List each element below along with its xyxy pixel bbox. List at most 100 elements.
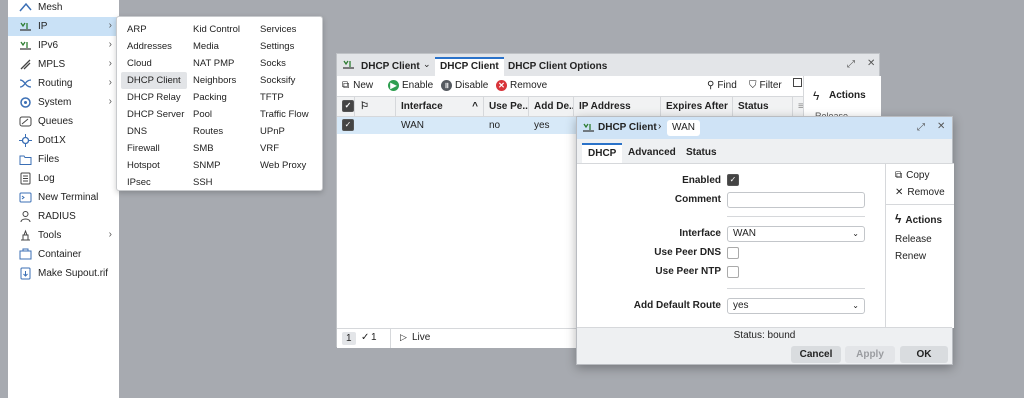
menu-item-ipsec[interactable]: IPsec	[123, 174, 155, 191]
selected-count: 1	[371, 332, 377, 343]
close-icon[interactable]: ✕	[937, 121, 945, 132]
tab-status[interactable]: Status	[680, 143, 723, 163]
sidebar-item-files[interactable]: Files	[8, 150, 119, 169]
select-all-checkbox[interactable]: ✓	[337, 97, 355, 116]
use-peer-dns-checkbox[interactable]	[727, 247, 739, 259]
column-header-use-peer[interactable]: Use Pe...	[484, 97, 529, 116]
menu-item-ssh[interactable]: SSH	[189, 174, 217, 191]
enable-button[interactable]: ▶ Enable	[388, 78, 433, 93]
tab-dhcp[interactable]: DHCP	[582, 143, 623, 163]
menu-item-socksify[interactable]: Socksify	[256, 72, 299, 89]
menu-item-addresses[interactable]: Addresses	[123, 38, 176, 55]
column-header-interface[interactable]: Interface ^	[396, 97, 484, 116]
comment-field[interactable]	[727, 192, 865, 208]
sidebar: Mesh IP › IPv6 › MPLS › Routing › System…	[8, 0, 119, 398]
check-icon: ✓	[361, 332, 370, 343]
menu-item-kid-control[interactable]: Kid Control	[189, 21, 244, 38]
window-titlebar[interactable]: DHCP Client ⌄ DHCP Client DHCP Client Op…	[337, 54, 879, 76]
new-button[interactable]: ⧉ New	[342, 78, 373, 93]
sidebar-item-mesh[interactable]: Mesh	[8, 0, 119, 17]
column-menu-icon[interactable]: ≡	[793, 97, 803, 116]
enabled-checkbox[interactable]: ✓	[727, 174, 739, 186]
chevron-down-icon[interactable]: ⌄	[423, 59, 431, 70]
menu-item-dhcp-server[interactable]: DHCP Server	[123, 106, 188, 123]
disable-button[interactable]: ॥ Disable	[441, 78, 488, 93]
menu-item-traffic-flow[interactable]: Traffic Flow	[256, 106, 313, 123]
menu-item-arp[interactable]: ARP	[123, 21, 151, 38]
menu-item-tftp[interactable]: TFTP	[256, 89, 288, 106]
copy-button[interactable]: ⧉ Copy	[895, 170, 930, 181]
tab-advanced[interactable]: Advanced	[622, 143, 682, 163]
menu-item-pool[interactable]: Pool	[189, 106, 216, 123]
sort-up-icon: ^	[472, 101, 478, 112]
panel-toggle-icon[interactable]	[793, 78, 802, 87]
menu-item-snmp[interactable]: SNMP	[189, 157, 224, 174]
remove-button[interactable]: ✕ Remove	[496, 78, 547, 93]
tab-dhcp-client[interactable]: DHCP Client	[435, 57, 504, 76]
ok-button[interactable]: OK	[900, 346, 948, 363]
restore-icon[interactable]: ⤢	[917, 122, 925, 133]
menu-item-nat-pmp[interactable]: NAT PMP	[189, 55, 238, 72]
menu-item-media[interactable]: Media	[189, 38, 223, 55]
sidebar-item-queues[interactable]: Queues	[8, 112, 119, 131]
remove-button[interactable]: ✕ Remove	[895, 187, 945, 198]
tab-dhcp-client-options[interactable]: DHCP Client Options	[503, 57, 612, 76]
flag-column[interactable]: ⚐	[355, 97, 396, 116]
menu-item-dhcp-relay[interactable]: DHCP Relay	[123, 89, 185, 106]
menu-item-smb[interactable]: SMB	[189, 140, 218, 157]
menu-item-neighbors[interactable]: Neighbors	[189, 72, 240, 89]
breadcrumb-wan[interactable]: WAN	[667, 120, 700, 136]
menu-item-cloud[interactable]: Cloud	[123, 55, 156, 72]
sidebar-item-system[interactable]: System ›	[8, 93, 119, 112]
column-header-add-default[interactable]: Add De...	[529, 97, 574, 116]
menu-item-dhcp-client[interactable]: DHCP Client	[121, 72, 187, 89]
routing-icon	[18, 77, 32, 91]
ip-icon	[342, 58, 355, 74]
sidebar-item-log[interactable]: Log	[8, 169, 119, 188]
column-header-ip-address[interactable]: IP Address	[574, 97, 661, 116]
sidebar-item-tools[interactable]: Tools ›	[8, 226, 119, 245]
sidebar-item-container[interactable]: Container	[8, 245, 119, 264]
sidebar-item-new-terminal[interactable]: New Terminal	[8, 188, 119, 207]
dialog-titlebar[interactable]: DHCP Client › WAN ⤢ ✕	[577, 117, 952, 139]
sidebar-item-mpls[interactable]: MPLS ›	[8, 55, 119, 74]
chevron-right-icon: ›	[108, 58, 112, 69]
menu-item-firewall[interactable]: Firewall	[123, 140, 164, 157]
filter-button[interactable]: ⛉ Filter	[749, 78, 782, 93]
interface-select[interactable]: WAN ⌄	[727, 226, 865, 242]
menu-item-services[interactable]: Services	[256, 21, 300, 38]
sidebar-item-radius[interactable]: RADIUS	[8, 207, 119, 226]
sidebar-item-make-supout[interactable]: Make Supout.rif	[8, 264, 119, 283]
menu-item-vrf[interactable]: VRF	[256, 140, 283, 157]
page-number[interactable]: 1	[342, 332, 356, 345]
add-default-route-select[interactable]: yes ⌄	[727, 298, 865, 314]
menu-item-web-proxy[interactable]: Web Proxy	[256, 157, 310, 174]
use-peer-ntp-checkbox[interactable]	[727, 266, 739, 278]
add-default-route-label: Add Default Route	[633, 300, 721, 311]
live-button[interactable]: Live	[412, 332, 430, 343]
sidebar-item-ip[interactable]: IP ›	[8, 17, 119, 36]
renew-button[interactable]: Renew	[895, 251, 926, 262]
sidebar-item-routing[interactable]: Routing ›	[8, 74, 119, 93]
row-checkbox[interactable]: ✓	[337, 117, 355, 134]
menu-item-settings[interactable]: Settings	[256, 38, 298, 55]
menu-item-upnp[interactable]: UPnP	[256, 123, 289, 140]
menu-item-dns[interactable]: DNS	[123, 123, 151, 140]
menu-item-hotspot[interactable]: Hotspot	[123, 157, 164, 174]
restore-icon[interactable]: ⤢	[847, 59, 855, 70]
chevron-right-icon: ›	[108, 77, 112, 88]
column-header-status[interactable]: Status	[733, 97, 793, 116]
sidebar-item-dot1x[interactable]: Dot1X	[8, 131, 119, 150]
cancel-button[interactable]: Cancel	[791, 346, 841, 363]
apply-button[interactable]: Apply	[845, 346, 895, 363]
find-button[interactable]: ⚲ Find	[707, 78, 737, 93]
tab-dhcp-client-menu[interactable]: DHCP Client	[356, 57, 425, 76]
sidebar-item-ipv6[interactable]: IPv6 ›	[8, 36, 119, 55]
column-header-expires-after[interactable]: Expires After	[661, 97, 733, 116]
close-icon[interactable]: ✕	[867, 58, 875, 69]
menu-item-packing[interactable]: Packing	[189, 89, 231, 106]
menu-item-socks[interactable]: Socks	[256, 55, 290, 72]
release-button[interactable]: Release	[895, 234, 932, 245]
menu-item-routes[interactable]: Routes	[189, 123, 227, 140]
breadcrumb-dhcp-client[interactable]: DHCP Client	[598, 122, 657, 133]
